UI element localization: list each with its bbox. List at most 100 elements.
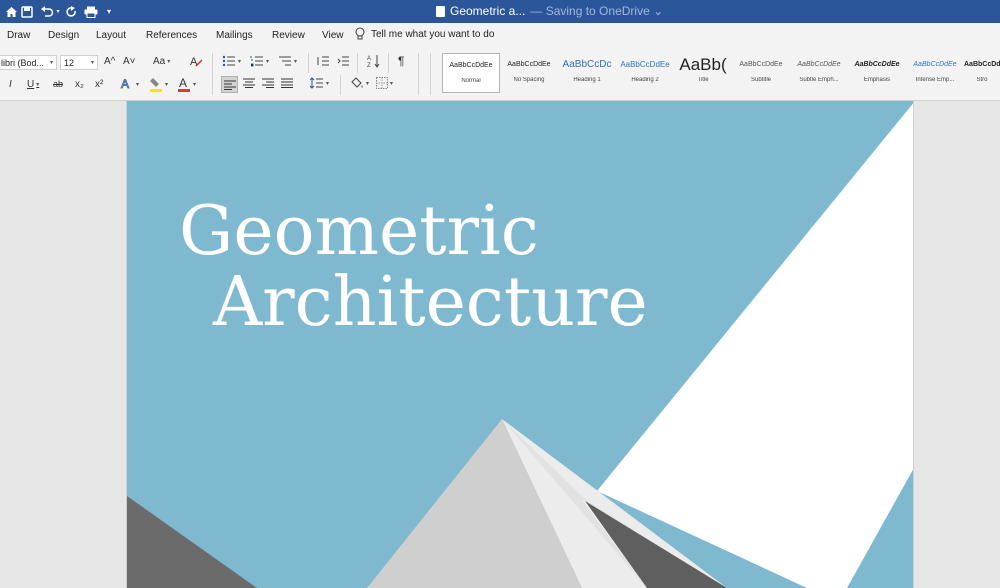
tell-me-placeholder: Tell me what you want to do [371, 28, 495, 40]
tab-references[interactable]: References [146, 30, 197, 41]
sort-icon[interactable]: AZ [367, 54, 381, 68]
tab-design[interactable]: Design [48, 30, 79, 41]
ribbon-separator [430, 53, 431, 95]
style-name: No Spacing [513, 77, 545, 83]
style-sample: AaBbCcDdEe [739, 61, 783, 68]
underline-button[interactable]: U ▾ [27, 79, 39, 90]
ribbon-separator [418, 53, 419, 95]
dark-triangle-shape [127, 496, 257, 588]
font-size-value: 12 [64, 57, 75, 68]
style-name: Intense Emp... [915, 77, 955, 83]
superscript-button[interactable]: x² [95, 79, 103, 90]
style-sample: AaBbCcDdEe [449, 62, 493, 69]
style-name: Normal [461, 78, 481, 84]
style-sample: AaBbCcDdEe [913, 61, 957, 68]
title-bar: ▾ ▾ Geometric a... — Saving to OneDrive … [0, 0, 1000, 23]
font-name-select[interactable]: libri (Bod... ▾ [0, 55, 57, 70]
line-spacing-icon[interactable]: ▾ [310, 77, 329, 89]
style-name: Stro [976, 77, 988, 83]
style-name: Heading 2 [631, 77, 659, 83]
style-sample: AaBb( [679, 55, 727, 74]
tab-view[interactable]: View [322, 30, 344, 41]
svg-text:A: A [121, 77, 129, 91]
ribbon-separator [357, 53, 358, 73]
show-formatting-icon[interactable]: ¶ [398, 54, 404, 68]
change-case-button[interactable]: Aa ▾ [153, 56, 170, 67]
ribbon-separator [212, 53, 213, 95]
borders-icon[interactable]: ▾ [376, 77, 393, 89]
highlight-color-icon[interactable]: ▾ [149, 76, 168, 92]
subscript-button[interactable]: x₂ [75, 79, 84, 90]
italic-button[interactable]: I [9, 79, 12, 90]
print-icon[interactable] [83, 3, 98, 20]
style-sample: AaBbCcDdEe [797, 61, 841, 68]
style-sample: AaBbCcDdEe [964, 61, 1000, 68]
justify-icon[interactable] [281, 78, 293, 88]
ribbon-separator [308, 53, 309, 73]
shading-icon[interactable]: ▾ [350, 77, 369, 89]
tell-me-box[interactable]: Tell me what you want to do [355, 27, 494, 41]
save-icon[interactable] [20, 3, 34, 20]
shrink-font-button[interactable]: A˅ [123, 56, 136, 67]
clear-formatting-icon[interactable]: A [189, 54, 203, 68]
tab-layout[interactable]: Layout [96, 30, 126, 41]
tab-mailings[interactable]: Mailings [216, 30, 253, 41]
style-subtle-emphasis[interactable]: AaBbCcDdEe Subtle Emph... [790, 53, 848, 93]
numbering-icon[interactable]: ▾ [250, 55, 269, 67]
text-effects-icon[interactable]: A ▾ [120, 76, 139, 92]
ribbon-separator [340, 75, 341, 95]
style-name: Subtitle [750, 77, 771, 83]
style-intense-emphasis[interactable]: AaBbCcDdEe Intense Emp... [906, 53, 964, 93]
style-name: Emphasis [863, 77, 891, 83]
style-heading-1[interactable]: AaBbCcDc Heading 1 [558, 53, 616, 93]
decrease-indent-icon[interactable] [317, 55, 330, 67]
increase-indent-icon[interactable] [337, 55, 350, 67]
document-icon [436, 5, 445, 17]
underline-label: U [27, 79, 35, 90]
style-emphasis[interactable]: AaBbCcDdEe Emphasis [848, 53, 906, 93]
style-heading-2[interactable]: AaBbCcDdEe Heading 2 [616, 53, 674, 93]
strikethrough-button[interactable]: ab [53, 79, 63, 89]
customize-icon[interactable]: ▾ [104, 3, 114, 20]
redo-icon[interactable] [64, 3, 78, 20]
document-name: Geometric a... [450, 4, 526, 18]
document-heading-line-1[interactable]: Geometric [179, 198, 539, 266]
style-sample: AaBbCcDdEe [507, 61, 551, 68]
tab-draw[interactable]: Draw [7, 30, 30, 41]
document-heading-line-2[interactable]: Architecture [213, 269, 648, 337]
align-center-icon[interactable] [243, 78, 255, 88]
style-name: Heading 1 [573, 77, 601, 83]
style-sample: AaBbCcDc [562, 59, 612, 70]
font-color-icon[interactable]: A ▾ [177, 76, 196, 92]
lightbulb-icon [355, 27, 365, 40]
font-size-select[interactable]: 12 ▾ [60, 55, 98, 70]
align-left-icon[interactable] [221, 76, 238, 93]
home-icon[interactable] [4, 3, 18, 20]
align-right-icon[interactable] [262, 78, 274, 88]
ribbon-toolbar: libri (Bod... ▾ 12 ▾ A^ A˅ Aa ▾ A I U ▾ ab x… [0, 49, 1000, 101]
undo-icon[interactable]: ▾ [39, 3, 61, 20]
style-normal[interactable]: AaBbCcDdEe Normal [442, 53, 500, 93]
grow-font-button[interactable]: A^ [104, 56, 115, 67]
document-page[interactable]: Geometric Architecture [126, 101, 914, 588]
font-name-value: libri (Bod... [1, 57, 45, 68]
style-sample: AaBbCcDdEe [854, 61, 900, 68]
svg-text:Z: Z [367, 63, 371, 68]
styles-gallery: AaBbCcDdEe Normal AaBbCcDdEe No Spacing … [440, 52, 1000, 97]
multilevel-list-icon[interactable]: ▾ [278, 55, 297, 67]
style-strong[interactable]: AaBbCcDdEe Stro [964, 53, 1000, 93]
svg-text:A: A [367, 56, 371, 62]
cover-artwork [127, 103, 913, 588]
style-subtitle[interactable]: AaBbCcDdEe Subtitle [732, 53, 790, 93]
style-name: Subtle Emph... [799, 77, 839, 83]
style-title[interactable]: AaBb( Title [674, 53, 732, 93]
change-case-label: Aa [153, 56, 166, 67]
bullets-icon[interactable]: ▾ [222, 55, 241, 67]
white-diagonal-panel [597, 103, 913, 588]
ribbon-tabs: Draw Design Layout References Mailings R… [0, 23, 1000, 49]
svg-text:A: A [179, 76, 187, 90]
style-name: Title [697, 77, 709, 83]
save-status: — Saving to OneDrive ⌄ [530, 4, 664, 18]
tab-review[interactable]: Review [272, 30, 305, 41]
style-no-spacing[interactable]: AaBbCcDdEe No Spacing [500, 53, 558, 93]
